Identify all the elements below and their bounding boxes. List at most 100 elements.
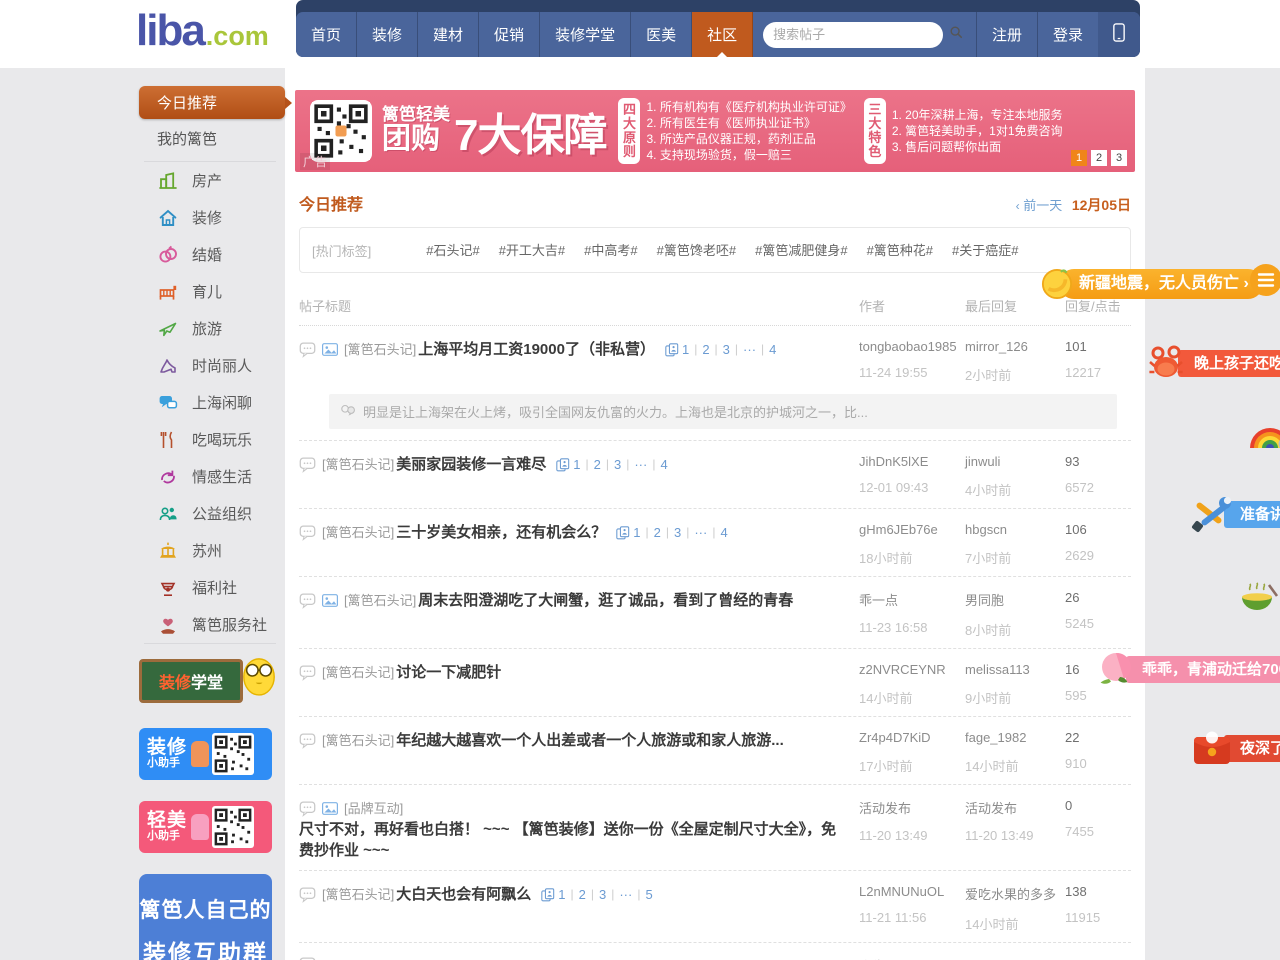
promo-school[interactable]: 装修学堂 bbox=[139, 655, 272, 707]
page-link[interactable]: 1 bbox=[573, 454, 580, 475]
hot-tag[interactable]: #关于癌症# bbox=[952, 243, 1018, 258]
blackboard-graphic: 装修学堂 bbox=[139, 659, 243, 703]
hot-tag[interactable]: #石头记# bbox=[426, 243, 479, 258]
sidebar-item-吃喝玩乐[interactable]: 吃喝玩乐 bbox=[130, 421, 286, 458]
last-reply-name[interactable]: 爱吃水果的多多 bbox=[965, 884, 1065, 903]
nav-item-装修[interactable]: 装修 bbox=[357, 12, 418, 57]
sidebar-category-list: 房产装修结婚育儿旅游时尚丽人上海闲聊吃喝玩乐情感生活公益组织苏州福利社篱笆服务社 bbox=[130, 162, 286, 643]
page-link[interactable]: 3 bbox=[723, 339, 730, 360]
sidebar-item-情感生活[interactable]: 情感生活 bbox=[130, 458, 286, 495]
hot-tag[interactable]: #中高考# bbox=[584, 243, 637, 258]
page-link[interactable]: 2 bbox=[654, 522, 661, 543]
search-input[interactable] bbox=[773, 27, 949, 42]
hot-tag[interactable]: #篱笆种花# bbox=[867, 243, 933, 258]
notice-peach[interactable]: 乖乖，青浦动迁给700万 bbox=[1096, 649, 1280, 689]
sidebar-item-房产[interactable]: 房产 bbox=[130, 162, 286, 199]
author-name[interactable]: 活动发布 bbox=[859, 798, 965, 817]
ad-page-dot[interactable]: 2 bbox=[1091, 150, 1107, 166]
last-reply-name[interactable]: 活动发布 bbox=[965, 798, 1065, 817]
hot-tag[interactable]: #开工大吉# bbox=[499, 243, 565, 258]
author-name[interactable]: gHm6JEb76e bbox=[859, 522, 965, 537]
page-link[interactable]: ··· bbox=[619, 884, 632, 905]
page-link[interactable]: 5 bbox=[645, 884, 652, 905]
notice-crab[interactable]: 晚上孩子还吃 bbox=[1146, 345, 1280, 381]
author-name[interactable]: z2NVRCEYNR bbox=[859, 662, 965, 677]
sidebar-item-育儿[interactable]: 育儿 bbox=[130, 273, 286, 310]
promo-zhuangxiu-helper[interactable]: 装修小助手 bbox=[139, 728, 272, 780]
nav-item-首页[interactable]: 首页 bbox=[296, 12, 357, 57]
post-title-link[interactable]: 三十岁美女相亲，还有机会么？ bbox=[396, 522, 606, 543]
site-logo[interactable]: liba .com bbox=[136, 6, 269, 56]
post-title-link[interactable]: 讨论一下减肥针 bbox=[396, 662, 501, 683]
ad-page-dot[interactable]: 1 bbox=[1071, 150, 1087, 166]
nav-item-建材[interactable]: 建材 bbox=[418, 12, 479, 57]
last-reply-name[interactable]: fage_1982 bbox=[965, 730, 1065, 745]
page-link[interactable]: 1 bbox=[558, 884, 565, 905]
mobile-app-button[interactable] bbox=[1098, 12, 1140, 57]
promo-qingmei-helper[interactable]: 轻美小助手 bbox=[139, 801, 272, 853]
last-reply-name[interactable]: hbgscn bbox=[965, 522, 1065, 537]
author-name[interactable]: L2nMNUNuOL bbox=[859, 884, 965, 899]
nav-item-社区[interactable]: 社区 bbox=[692, 12, 753, 57]
top-ad-banner[interactable]: 篱笆轻美 团购 7大保障 四大原则 1. 所有机构有《医疗机构执业许可证》2. … bbox=[295, 90, 1135, 172]
sidebar-item-结婚[interactable]: 结婚 bbox=[130, 236, 286, 273]
hot-tag[interactable]: #篱笆减肥健身# bbox=[755, 243, 847, 258]
page-link[interactable]: 2 bbox=[579, 884, 586, 905]
nav-item-促销[interactable]: 促销 bbox=[479, 12, 540, 57]
post-title-link[interactable]: 周末去阳澄湖吃了大闸蟹，逛了诚品，看到了曾经的青春 bbox=[418, 590, 793, 611]
rainbow-float[interactable] bbox=[1248, 421, 1280, 449]
page-link[interactable]: ··· bbox=[634, 454, 647, 475]
notice-news[interactable]: 新疆地震，无人员伤亡 › bbox=[1041, 268, 1263, 300]
last-reply-name[interactable]: mirror_126 bbox=[965, 339, 1065, 354]
register-button[interactable]: 注册 bbox=[976, 12, 1037, 57]
sidebar-item-装修[interactable]: 装修 bbox=[130, 199, 286, 236]
page-link[interactable]: 2 bbox=[594, 454, 601, 475]
sidebar-item-today[interactable]: 今日推荐 bbox=[139, 86, 285, 119]
author-name[interactable]: 乖一点 bbox=[859, 590, 965, 609]
prev-day-link[interactable]: ‹ 前一天 bbox=[1016, 198, 1063, 213]
sidebar-item-旅游[interactable]: 旅游 bbox=[130, 310, 286, 347]
nav-item-装修学堂[interactable]: 装修学堂 bbox=[540, 12, 631, 57]
sidebar-item-my-liba[interactable]: 我的篱笆 bbox=[130, 119, 286, 161]
author-name[interactable]: Zr4p4D7KiD bbox=[859, 730, 965, 745]
post-title-link[interactable]: 上海平均月工资19000了（非私营） bbox=[418, 339, 655, 360]
post-title-link[interactable]: 美丽家园装修一言难尽 bbox=[396, 454, 546, 475]
page-link[interactable]: 2 bbox=[702, 339, 709, 360]
login-button[interactable]: 登录 bbox=[1037, 12, 1098, 57]
page-link[interactable]: ··· bbox=[743, 339, 756, 360]
sidebar-item-时尚丽人[interactable]: 时尚丽人 bbox=[130, 347, 286, 384]
comment-icon bbox=[299, 956, 316, 960]
search-icon[interactable] bbox=[949, 25, 963, 44]
nav-item-医美[interactable]: 医美 bbox=[631, 12, 692, 57]
sidebar-item-福利社[interactable]: 福利社 bbox=[130, 569, 286, 606]
page-link[interactable]: 4 bbox=[660, 454, 667, 475]
post-title-link[interactable]: 大白天也会有阿飘么 bbox=[396, 884, 531, 905]
sidebar-item-上海闲聊[interactable]: 上海闲聊 bbox=[130, 384, 286, 421]
post-title-link[interactable]: 尺寸不对，再好看也白搭！ ~~~ 【篱笆装修】送你一份《全屋定制尺寸大全》，免费… bbox=[299, 819, 845, 861]
page-link[interactable]: 3 bbox=[599, 884, 606, 905]
page-link[interactable]: 4 bbox=[720, 522, 727, 543]
author-name[interactable]: JihDnK5lXE bbox=[859, 454, 965, 469]
hot-tag[interactable]: #篱笆馋老呸# bbox=[657, 243, 736, 258]
page-link[interactable]: 4 bbox=[769, 339, 776, 360]
notice-tools[interactable]: 准备讲 bbox=[1190, 494, 1280, 534]
page-link[interactable]: 3 bbox=[674, 522, 681, 543]
page-link[interactable]: 3 bbox=[614, 454, 621, 475]
last-reply-name[interactable]: 男同胞 bbox=[965, 590, 1065, 609]
soup-float[interactable] bbox=[1236, 577, 1280, 617]
promo-group[interactable]: 篱笆人自己的装修互助群 bbox=[139, 874, 272, 960]
last-reply-name[interactable]: jinwuli bbox=[965, 454, 1065, 469]
last-reply-name[interactable]: melissa113 bbox=[965, 662, 1065, 677]
ad-page-dot[interactable]: 3 bbox=[1111, 150, 1127, 166]
post-title-link[interactable]: 年纪越大越喜欢一个人出差或者一个人旅游或和家人旅游... bbox=[396, 730, 784, 751]
menu-fab[interactable] bbox=[1249, 263, 1280, 297]
sidebar-item-公益组织[interactable]: 公益组织 bbox=[130, 495, 286, 532]
notice-bag[interactable]: 夜深了 bbox=[1190, 728, 1280, 768]
page-link[interactable]: 1 bbox=[682, 339, 689, 360]
author-name[interactable]: tongbaobao1985 bbox=[859, 339, 965, 354]
sidebar-item-苏州[interactable]: 苏州 bbox=[130, 532, 286, 569]
page-link[interactable]: ··· bbox=[694, 522, 707, 543]
page-link[interactable]: 1 bbox=[633, 522, 640, 543]
sidebar-item-篱笆服务社[interactable]: 篱笆服务社 bbox=[130, 606, 286, 643]
author-name[interactable]: 广告 bbox=[859, 956, 965, 960]
